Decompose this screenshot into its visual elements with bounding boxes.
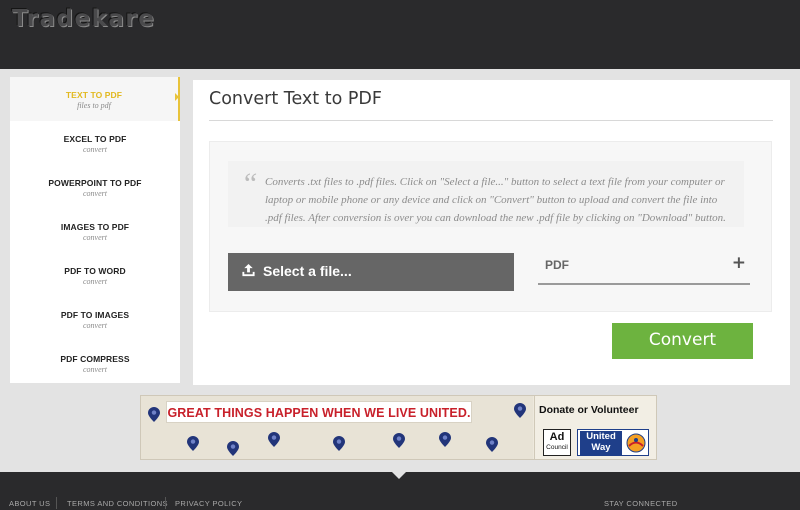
united-way-line2: Way <box>591 442 611 453</box>
sidebar-item-subtitle: convert <box>83 277 107 286</box>
ad-council-logo: Ad Council <box>543 429 571 456</box>
upload-icon <box>242 263 255 277</box>
map-pin-icon <box>187 436 199 451</box>
footer-notch <box>392 472 406 479</box>
select-file-button[interactable]: Select a file... <box>228 253 514 291</box>
map-pin-icon <box>268 432 280 447</box>
page-title: Convert Text to PDF <box>209 89 382 109</box>
title-divider <box>209 120 773 121</box>
ad-banner[interactable]: GREAT THINGS HAPPEN WHEN WE LIVE UNITED.… <box>140 395 657 460</box>
plus-icon[interactable]: + <box>732 253 746 273</box>
sidebar-item-title: TEXT TO PDF <box>65 90 123 100</box>
select-file-label: Select a file... <box>263 263 352 279</box>
converter-sidebar: TEXT TO PDF files to pdf EXCEL TO PDF co… <box>10 77 180 383</box>
ad-council-line2: Council <box>546 444 568 451</box>
sidebar-item-pdf-to-word[interactable]: PDF TO WORD convert <box>10 253 180 297</box>
map-pin-icon <box>333 436 345 451</box>
map-pin-icon <box>514 403 526 418</box>
sidebar-item-title: POWERPOINT TO PDF <box>48 178 142 188</box>
description-text: Converts .txt files to .pdf files. Click… <box>265 176 726 224</box>
ad-cta[interactable]: Donate or Volunteer <box>539 404 639 416</box>
sidebar-item-subtitle: convert <box>83 365 107 374</box>
top-bar: Tradekare <box>0 0 800 69</box>
active-indicator-arrow <box>175 93 179 101</box>
sidebar-item-title: PDF COMPRESS <box>60 354 130 364</box>
converter-panel: Convert Text to PDF “ Converts .txt file… <box>193 80 790 385</box>
footer-link-privacy[interactable]: PRIVACY POLICY <box>175 499 242 508</box>
map-pin-icon <box>227 441 239 456</box>
sidebar-item-subtitle: convert <box>83 189 107 198</box>
sidebar-item-title: PDF TO IMAGES <box>60 310 130 320</box>
ad-map-background: GREAT THINGS HAPPEN WHEN WE LIVE UNITED. <box>141 396 533 459</box>
ad-headline: GREAT THINGS HAPPEN WHEN WE LIVE UNITED. <box>167 406 471 420</box>
sidebar-item-title: PDF TO WORD <box>64 266 126 276</box>
convert-button[interactable]: Convert <box>612 323 753 359</box>
sidebar-item-text-to-pdf[interactable]: TEXT TO PDF files to pdf <box>10 77 180 121</box>
ad-council-line1: Ad <box>549 431 565 443</box>
stay-connected-label: STAY CONNECTED <box>604 499 678 508</box>
sidebar-item-excel-to-pdf[interactable]: EXCEL TO PDF convert <box>10 121 180 165</box>
ad-sponsor-panel: Donate or Volunteer Ad Council United Wa… <box>534 396 656 459</box>
sidebar-item-subtitle: convert <box>83 233 107 242</box>
convert-label: Convert <box>648 330 717 350</box>
footer-divider <box>165 497 166 509</box>
sidebar-item-pdf-to-images[interactable]: PDF TO IMAGES convert <box>10 297 180 341</box>
sidebar-item-images-to-pdf[interactable]: IMAGES TO PDF convert <box>10 209 180 253</box>
site-logo[interactable]: Tradekare <box>12 6 155 32</box>
map-pin-icon <box>148 407 160 422</box>
map-pin-icon <box>439 432 451 447</box>
output-format-value: PDF <box>545 258 569 272</box>
description-box: “ Converts .txt files to .pdf files. Cli… <box>228 161 744 227</box>
united-way-emblem-icon <box>626 433 646 453</box>
upload-area: “ Converts .txt files to .pdf files. Cli… <box>209 141 772 312</box>
footer-divider <box>56 497 57 509</box>
sidebar-item-subtitle: files to pdf <box>77 101 111 110</box>
united-way-line1: United <box>586 431 616 442</box>
sidebar-item-subtitle: convert <box>83 321 107 330</box>
output-format-select[interactable]: PDF + <box>538 253 750 285</box>
sidebar-item-powerpoint-to-pdf[interactable]: POWERPOINT TO PDF convert <box>10 165 180 209</box>
sidebar-item-pdf-compress[interactable]: PDF COMPRESS convert <box>10 341 180 385</box>
footer-link-terms[interactable]: TERMS AND CONDITIONS <box>67 499 168 508</box>
footer-link-about[interactable]: ABOUT US <box>9 499 50 508</box>
ad-headline-box: GREAT THINGS HAPPEN WHEN WE LIVE UNITED. <box>166 401 472 423</box>
united-way-logo: United Way <box>577 429 649 456</box>
sidebar-item-title: IMAGES TO PDF <box>60 222 130 232</box>
sidebar-item-subtitle: convert <box>83 145 107 154</box>
map-pin-icon <box>393 433 405 448</box>
united-way-wordmark: United Way <box>580 431 622 455</box>
quote-icon: “ <box>241 167 258 200</box>
map-pin-icon <box>486 437 498 452</box>
sidebar-item-title: EXCEL TO PDF <box>63 134 127 144</box>
